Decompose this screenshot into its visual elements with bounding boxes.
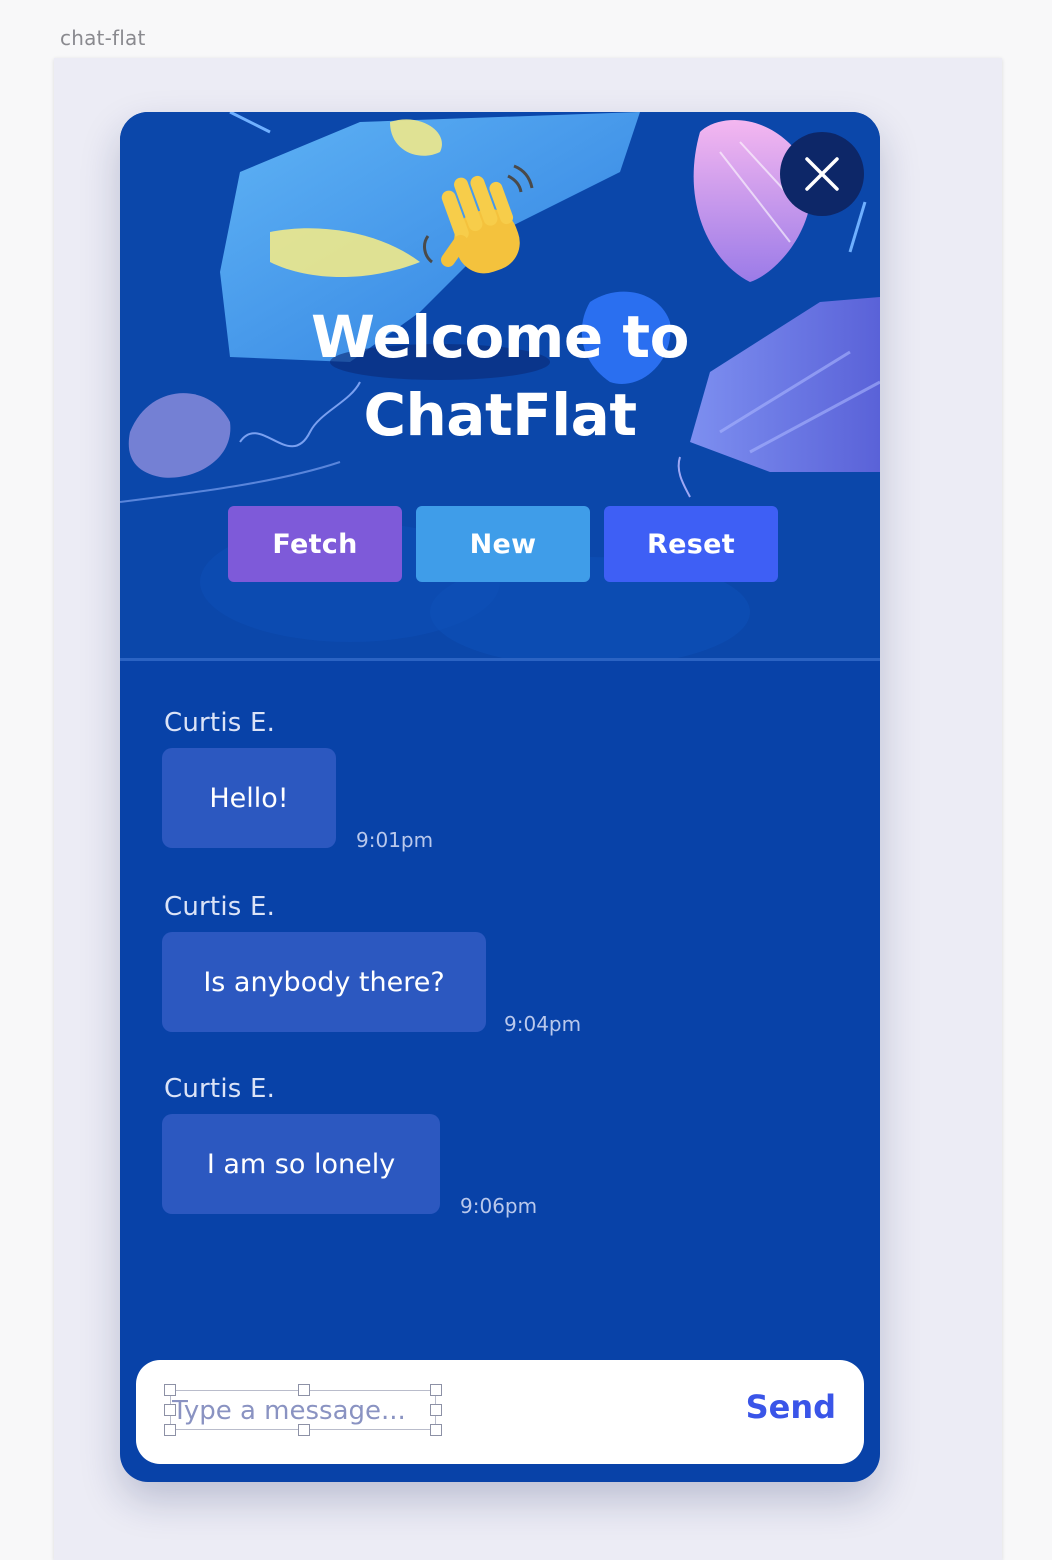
message-bubble: I am so lonely bbox=[162, 1114, 440, 1214]
message-author: Curtis E. bbox=[164, 1074, 276, 1104]
welcome-title: Welcome to ChatFlat bbox=[120, 298, 880, 454]
title-line-1: Welcome to bbox=[311, 303, 689, 371]
message-time: 9:04pm bbox=[504, 1012, 582, 1036]
frame-label: chat-flat bbox=[60, 26, 146, 50]
close-button[interactable] bbox=[780, 132, 864, 216]
message-bubble: Hello! bbox=[162, 748, 336, 848]
message-input[interactable] bbox=[172, 1390, 472, 1432]
message-author: Curtis E. bbox=[164, 892, 276, 922]
message-time: 9:01pm bbox=[356, 828, 434, 852]
send-button[interactable]: Send bbox=[746, 1388, 836, 1426]
reset-button[interactable]: Reset bbox=[604, 506, 778, 582]
new-button[interactable]: New bbox=[416, 506, 590, 582]
message-author: Curtis E. bbox=[164, 708, 276, 738]
fetch-button[interactable]: Fetch bbox=[228, 506, 402, 582]
chat-widget: Welcome to ChatFlat Fetch New Reset Curt… bbox=[120, 112, 880, 1482]
message-composer: Send bbox=[136, 1360, 864, 1464]
message-time: 9:06pm bbox=[460, 1194, 538, 1218]
title-line-2: ChatFlat bbox=[363, 381, 637, 449]
close-icon bbox=[805, 157, 839, 191]
waving-hand-icon bbox=[423, 164, 534, 274]
header-hero: Welcome to ChatFlat Fetch New Reset bbox=[120, 112, 880, 660]
header-divider bbox=[120, 658, 880, 661]
message-bubble: Is anybody there? bbox=[162, 932, 486, 1032]
